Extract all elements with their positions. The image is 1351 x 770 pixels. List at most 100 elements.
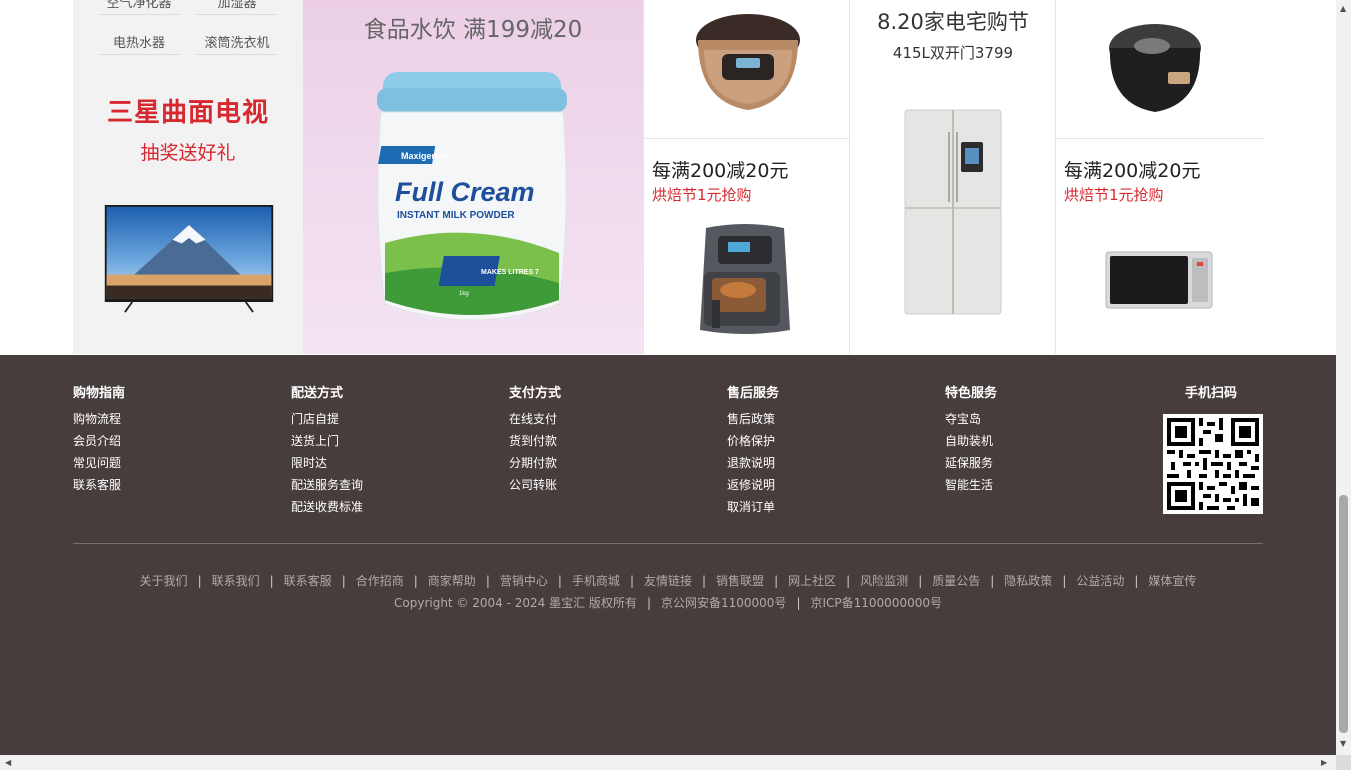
- link-separator: |: [485, 574, 490, 588]
- pressure-cooker-image[interactable]: [1104, 18, 1206, 116]
- link-separator: |: [341, 574, 346, 588]
- samsung-promo-subtitle[interactable]: 抽奖送好礼: [73, 138, 303, 165]
- fridge-promo-title[interactable]: 8.20家电宅购节: [850, 6, 1056, 36]
- scroll-right-arrow-icon[interactable]: ▶: [1321, 759, 1327, 767]
- footer-heading: 支付方式: [509, 386, 562, 401]
- footer-link[interactable]: 配送收费标准: [291, 499, 363, 521]
- qr-heading: 手机扫码: [1185, 386, 1238, 401]
- promo-section: 空气净化器 加湿器 电热水器 滚筒洗衣机 三星曲面电视 抽奖送好礼 食品水饮 满…: [73, 0, 1264, 354]
- footer-link[interactable]: 限时达: [291, 455, 363, 477]
- footer-link[interactable]: 在线支付: [509, 411, 561, 433]
- footer-link[interactable]: 公司转账: [509, 477, 561, 499]
- category-panel[interactable]: 空气净化器 加湿器 电热水器 滚筒洗衣机 三星曲面电视 抽奖送好礼: [73, 0, 303, 354]
- footer-link[interactable]: 分期付款: [509, 455, 561, 477]
- promo-column-oven: 每满200减20元 烘焙节1元抢购: [1055, 0, 1264, 354]
- oven-promo-title[interactable]: 每满200减20元: [1064, 156, 1200, 183]
- air-fryer-image[interactable]: [690, 220, 800, 340]
- footer-link[interactable]: 货到付款: [509, 433, 561, 455]
- footer-link[interactable]: 常见问题: [73, 455, 125, 477]
- link-separator: |: [197, 574, 202, 588]
- milk-promo-title[interactable]: 食品水饮 满199减20: [303, 10, 643, 44]
- link-separator: |: [557, 574, 562, 588]
- category-link-humidifier[interactable]: 加湿器: [196, 0, 278, 15]
- footer-column-payment: 支付方式 在线支付 货到付款 分期付款 公司转账: [509, 382, 561, 499]
- footer-bottom-link[interactable]: 营销中心: [500, 574, 548, 588]
- page: 空气净化器 加湿器 电热水器 滚筒洗衣机 三星曲面电视 抽奖送好礼 食品水饮 满…: [0, 0, 1336, 755]
- icp-record-link[interactable]: 京ICP备1100000000号: [810, 596, 942, 610]
- vertical-scrollbar-thumb[interactable]: [1339, 495, 1348, 733]
- link-separator: |: [990, 574, 995, 588]
- footer-bottom-link[interactable]: 销售联盟: [716, 574, 764, 588]
- tv-image[interactable]: [97, 205, 281, 313]
- footer-link[interactable]: 送货上门: [291, 433, 363, 455]
- footer-link[interactable]: 配送服务查询: [291, 477, 363, 499]
- footer-bottom-link[interactable]: 联系我们: [212, 574, 260, 588]
- promo-column-airfryer: 每满200减20元 烘焙节1元抢购: [643, 0, 850, 354]
- milk-makes-text: MAKES LITRES 7: [481, 269, 539, 276]
- refrigerator-image[interactable]: [903, 108, 1003, 316]
- link-separator: |: [796, 596, 801, 610]
- link-separator: |: [413, 574, 418, 588]
- scroll-down-arrow-icon[interactable]: ▼: [1340, 740, 1346, 748]
- footer-bottom-link[interactable]: 联系客服: [284, 574, 332, 588]
- category-link-air-purifier[interactable]: 空气净化器: [98, 0, 180, 15]
- oven-promo-subtitle[interactable]: 烘焙节1元抢购: [1064, 184, 1164, 205]
- footer-link[interactable]: 价格保护: [727, 433, 779, 455]
- link-separator: |: [269, 574, 274, 588]
- horizontal-scrollbar[interactable]: ◀ ▶: [0, 755, 1336, 770]
- footer-bottom-links: 关于我们 | 联系我们 | 联系客服 | 合作招商 | 商家帮助 | 营销中心 | 手机商城 | 友情链接 |…: [73, 572, 1263, 589]
- milk-name-text: Full Cream: [395, 177, 535, 207]
- footer-link[interactable]: 智能生活: [945, 477, 997, 499]
- footer-link[interactable]: 夺宝岛: [945, 411, 997, 433]
- category-link-water-heater[interactable]: 电热水器: [98, 32, 180, 55]
- copyright-text: Copyright © 2004 - 2024 墨宝汇 版权所有: [394, 596, 637, 610]
- footer-bottom-link[interactable]: 合作招商: [356, 574, 404, 588]
- footer-link[interactable]: 退款说明: [727, 455, 779, 477]
- footer-link[interactable]: 会员介绍: [73, 433, 125, 455]
- scroll-up-arrow-icon[interactable]: ▲: [1340, 5, 1346, 13]
- milk-powder-image[interactable]: Maxigenes Full Cream INSTANT MILK POWDER…: [367, 68, 577, 330]
- link-separator: |: [774, 574, 779, 588]
- footer-column-delivery: 配送方式 门店自提 送货上门 限时达 配送服务查询 配送收费标准: [291, 382, 363, 521]
- link-separator: |: [646, 596, 651, 610]
- footer-link[interactable]: 自助装机: [945, 433, 997, 455]
- airfryer-promo-subtitle[interactable]: 烘焙节1元抢购: [652, 184, 752, 205]
- footer-bottom-link[interactable]: 关于我们: [140, 574, 188, 588]
- footer-bottom-link[interactable]: 公益活动: [1076, 574, 1124, 588]
- footer-link[interactable]: 返修说明: [727, 477, 779, 499]
- footer-bottom-link[interactable]: 隐私政策: [1004, 574, 1052, 588]
- footer-bottom-link[interactable]: 风险监测: [860, 574, 908, 588]
- samsung-promo-title[interactable]: 三星曲面电视: [73, 92, 303, 129]
- milk-weight-text: 1kg: [459, 291, 469, 297]
- footer-heading: 特色服务: [945, 386, 998, 401]
- fridge-promo-subtitle[interactable]: 415L双开门3799: [850, 42, 1056, 63]
- link-separator: |: [629, 574, 634, 588]
- footer-link[interactable]: 购物流程: [73, 411, 125, 433]
- footer-bottom-link[interactable]: 网上社区: [788, 574, 836, 588]
- rice-cooker-image[interactable]: [692, 10, 804, 114]
- footer-bottom-link[interactable]: 商家帮助: [428, 574, 476, 588]
- category-link-washer[interactable]: 滚筒洗衣机: [196, 32, 278, 55]
- airfryer-promo-title[interactable]: 每满200减20元: [652, 156, 788, 183]
- footer-bottom-link[interactable]: 质量公告: [932, 574, 980, 588]
- scroll-left-arrow-icon[interactable]: ◀: [5, 759, 11, 767]
- promo-column-fridge[interactable]: 8.20家电宅购节 415L双开门3799: [849, 0, 1056, 354]
- vertical-scrollbar[interactable]: ▲ ▼: [1336, 0, 1351, 755]
- milk-promo-panel[interactable]: 食品水饮 满199减20 Maxigenes Full Cream INSTAN…: [303, 0, 643, 354]
- police-record-link[interactable]: 京公网安备1100000号: [661, 596, 786, 610]
- footer-column-special-services: 特色服务 夺宝岛 自助装机 延保服务 智能生活: [945, 382, 997, 499]
- footer-link[interactable]: 延保服务: [945, 455, 997, 477]
- footer-link[interactable]: 门店自提: [291, 411, 363, 433]
- footer-link[interactable]: 联系客服: [73, 477, 125, 499]
- microwave-oven-image[interactable]: [1104, 248, 1214, 312]
- footer-bottom-link[interactable]: 媒体宣传: [1148, 574, 1196, 588]
- footer-column-shopping-guide: 购物指南 购物流程 会员介绍 常见问题 联系客服: [73, 382, 125, 499]
- footer-link[interactable]: 售后政策: [727, 411, 779, 433]
- footer-bottom-link[interactable]: 手机商城: [572, 574, 620, 588]
- link-separator: |: [702, 574, 707, 588]
- site-footer: 购物指南 购物流程 会员介绍 常见问题 联系客服 配送方式 门店自提 送货上门 …: [0, 355, 1336, 755]
- qr-code: [1163, 414, 1263, 514]
- footer-column-after-sales: 售后服务 售后政策 价格保护 退款说明 返修说明 取消订单: [727, 382, 779, 521]
- footer-link[interactable]: 取消订单: [727, 499, 779, 521]
- footer-bottom-link[interactable]: 友情链接: [644, 574, 692, 588]
